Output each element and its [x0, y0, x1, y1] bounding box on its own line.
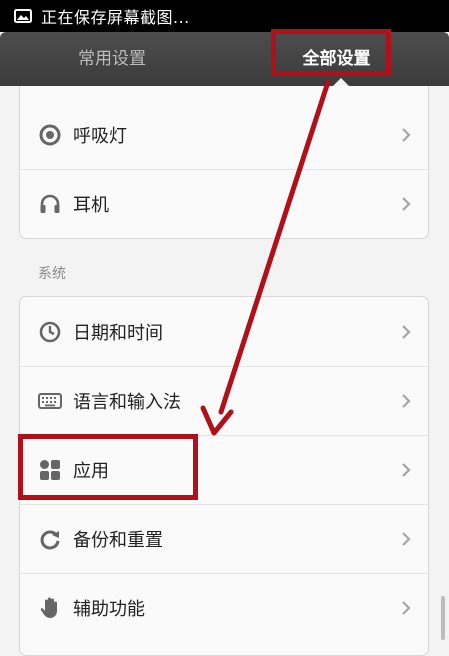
- chevron-right-icon: [402, 394, 411, 408]
- list-item-label: 语言和输入法: [73, 392, 181, 413]
- hand-icon: [40, 597, 57, 618]
- tab-all-settings[interactable]: 全部设置: [224, 32, 449, 87]
- backup-icon: [40, 530, 60, 550]
- tab-all-settings-label: 全部设置: [302, 49, 371, 69]
- settings-group-system: 日期和时间 语言和输入法 应用 备份和重置 辅助功能: [19, 296, 429, 656]
- list-item-headphones[interactable]: 耳机: [20, 169, 428, 238]
- list-item-label: 耳机: [73, 195, 109, 216]
- breathing-light-icon: [39, 124, 61, 145]
- keyboard-icon: [38, 393, 62, 409]
- list-item-label: 备份和重置: [73, 530, 163, 551]
- list-item-label: 呼吸灯: [73, 125, 127, 147]
- list-item-label: 应用: [73, 461, 109, 482]
- settings-group-devices: 呼吸灯 耳机: [19, 86, 429, 239]
- headphones-icon: [40, 194, 60, 213]
- chevron-right-icon: [402, 197, 411, 211]
- clock-icon: [39, 321, 61, 342]
- list-item-label: 辅助功能: [73, 599, 145, 620]
- list-item-backup-reset[interactable]: 备份和重置: [20, 504, 428, 573]
- list-item-language-input[interactable]: 语言和输入法: [20, 366, 428, 435]
- section-header-system: 系统: [38, 266, 66, 282]
- chevron-right-icon: [402, 324, 411, 339]
- list-item-label: 日期和时间: [73, 322, 163, 344]
- apps-icon: [40, 460, 60, 480]
- list-item-accessibility[interactable]: 辅助功能: [20, 573, 428, 642]
- status-bar: 正在保存屏幕截图...: [0, 0, 449, 32]
- chevron-right-icon: [402, 127, 411, 142]
- list-item-apps[interactable]: 应用: [20, 435, 428, 504]
- list-item-date-time[interactable]: 日期和时间: [20, 297, 428, 366]
- list-item-breathing-light[interactable]: 呼吸灯: [20, 100, 428, 169]
- tab-common-settings[interactable]: 常用设置: [0, 32, 224, 86]
- scrollbar[interactable]: [441, 596, 445, 640]
- tab-bar: 常用设置 全部设置: [0, 32, 449, 87]
- chevron-right-icon: [402, 532, 411, 546]
- picture-icon: [14, 9, 32, 23]
- status-text: 正在保存屏幕截图...: [41, 8, 190, 27]
- chevron-right-icon: [402, 601, 411, 615]
- chevron-right-icon: [402, 463, 411, 477]
